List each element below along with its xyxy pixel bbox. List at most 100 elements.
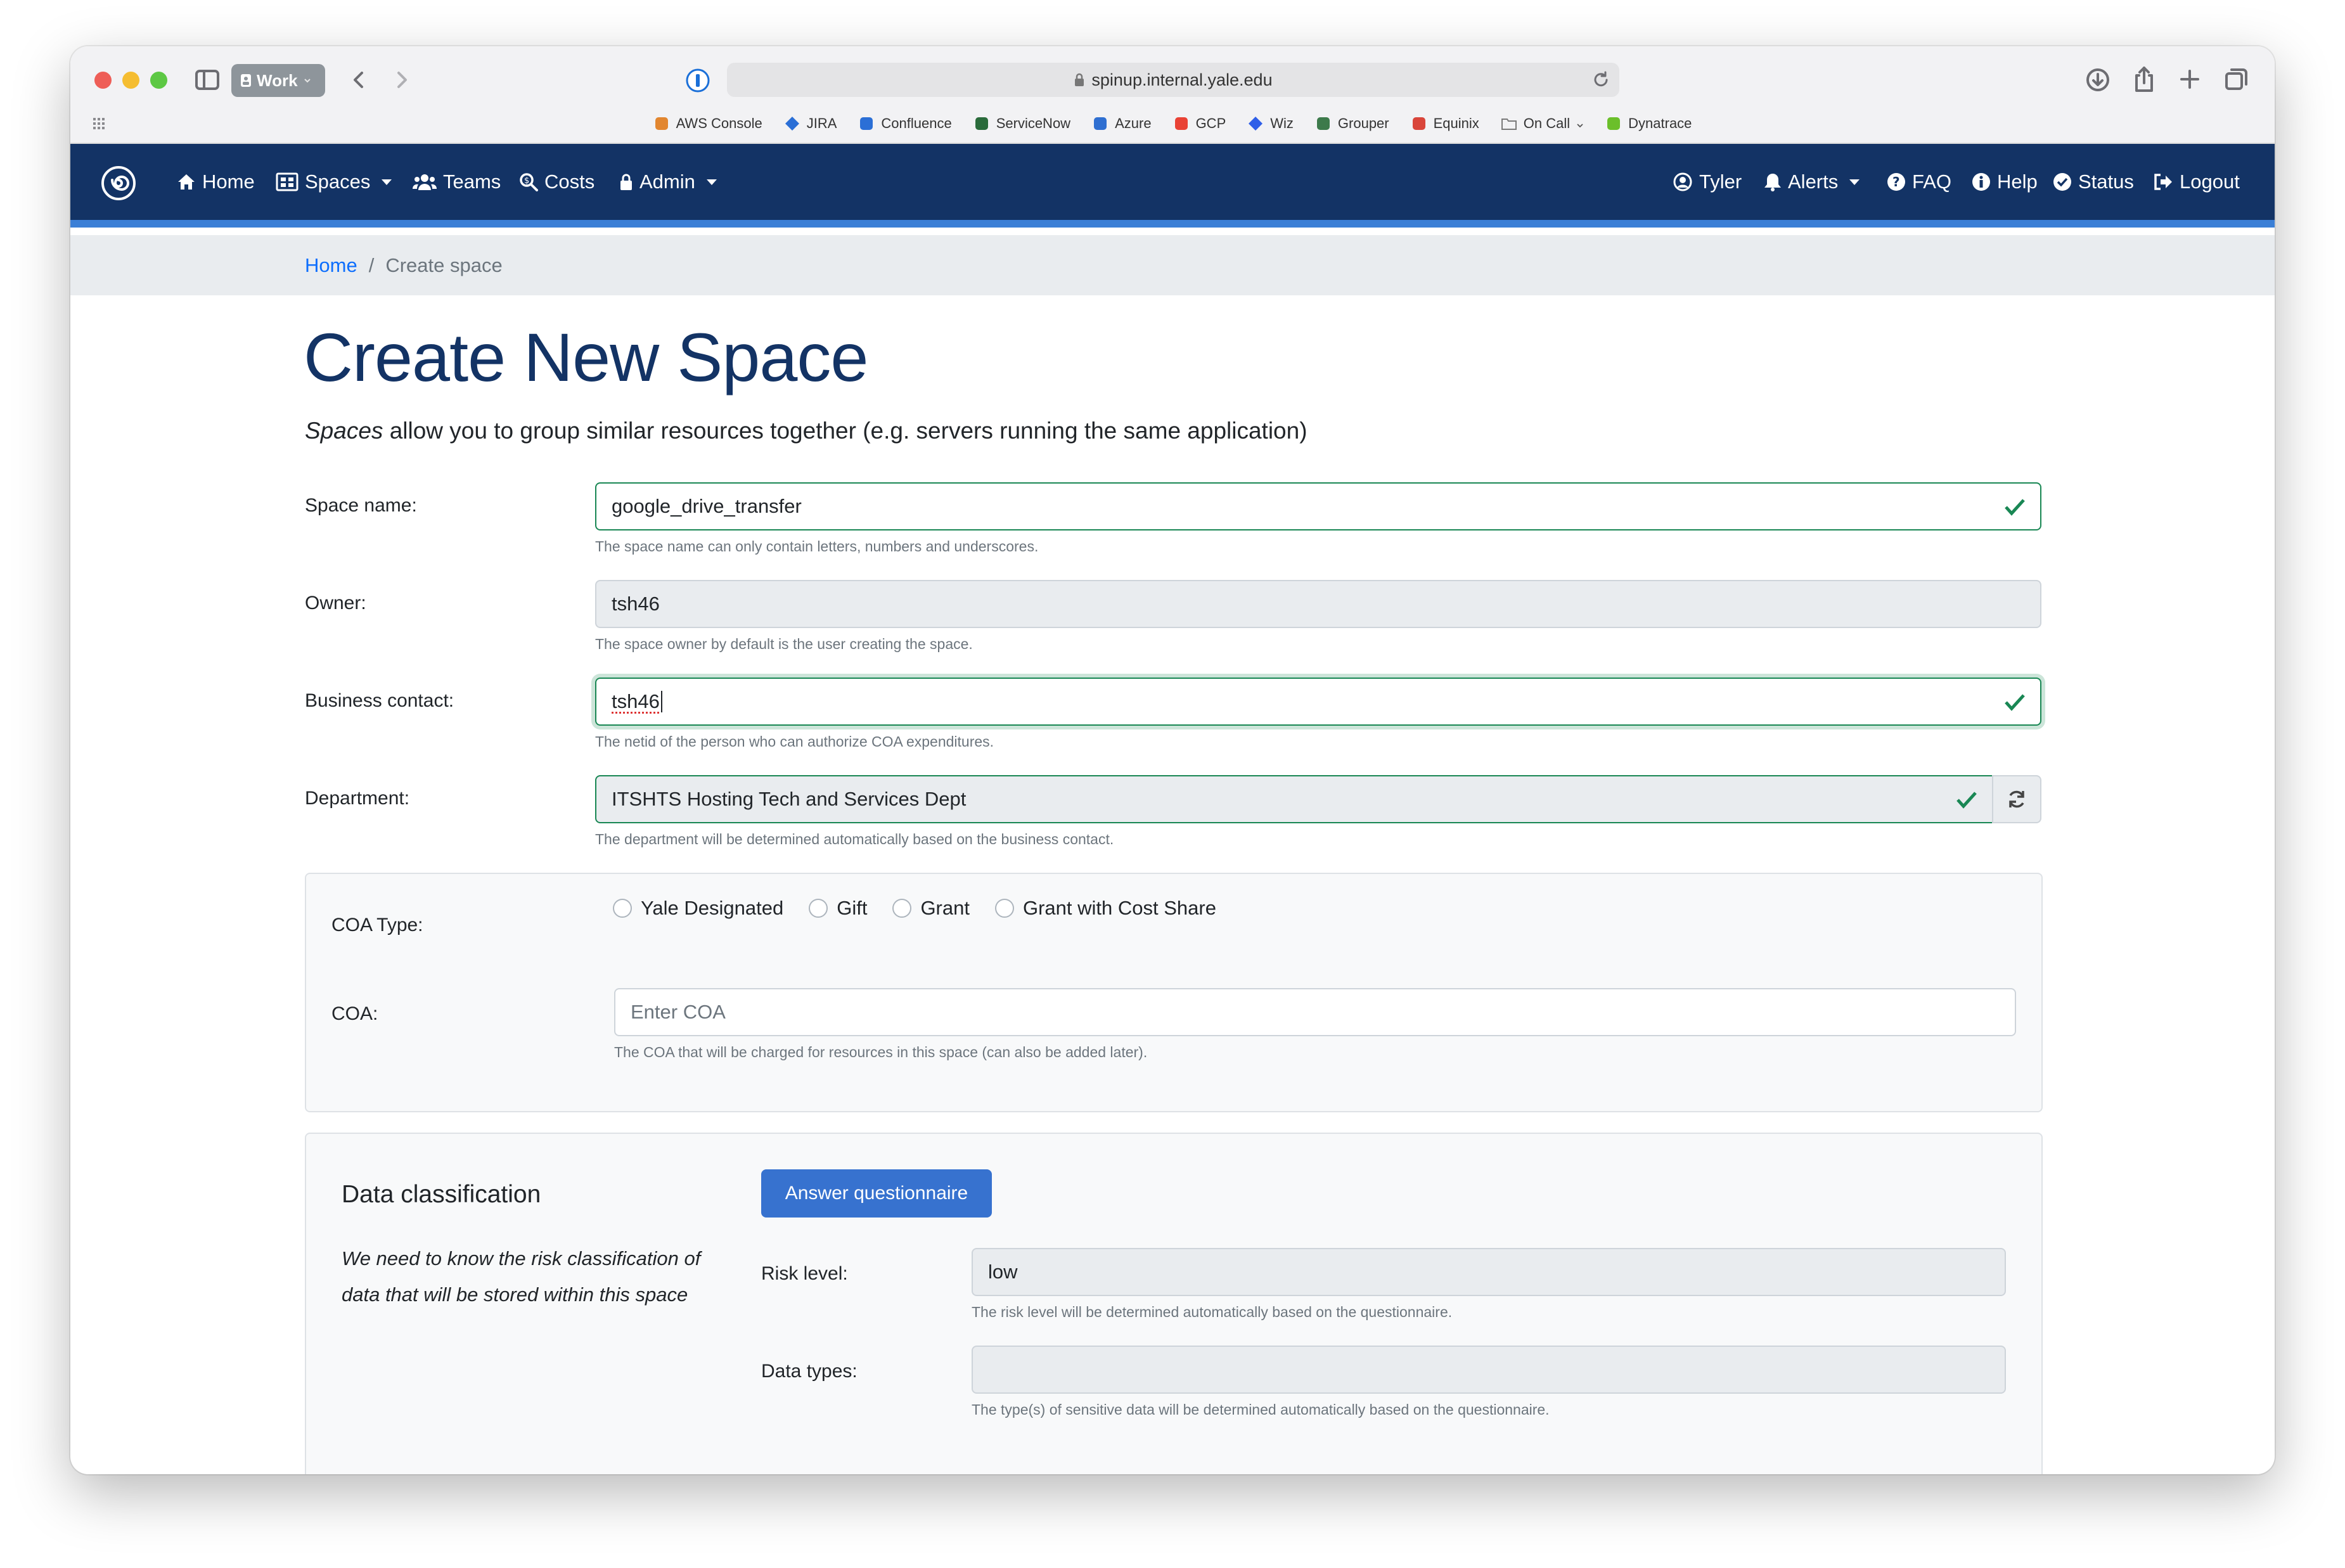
nav-costs[interactable]: $ Costs — [519, 144, 594, 220]
share-icon[interactable] — [2131, 65, 2157, 93]
bookmark-servicenow[interactable]: ServiceNow — [973, 115, 1070, 132]
nav-spaces[interactable]: Spaces — [276, 144, 392, 220]
owner-input[interactable]: tsh46 — [595, 580, 2041, 628]
space-name-help: The space name can only contain letters,… — [595, 538, 1039, 555]
bookmark-aws-console[interactable]: AWS Console — [653, 115, 762, 132]
nav-home[interactable]: Home — [177, 144, 255, 220]
password-manager-icon[interactable] — [685, 68, 710, 93]
business-contact-label: Business contact: — [305, 690, 454, 711]
bookmark-gcp[interactable]: GCP — [1173, 115, 1226, 132]
radio-yale-designated[interactable]: Yale Designated — [613, 897, 783, 920]
space-name-input[interactable]: google_drive_transfer — [595, 482, 2041, 530]
bookmarks-bar: AWS Console JIRA Confluence ServiceNow Azure… — [70, 107, 2275, 140]
breadcrumb: Home / Create space — [70, 235, 2275, 295]
gcp-icon — [1173, 115, 1190, 132]
bookmark-jira[interactable]: JIRA — [784, 115, 837, 132]
info-circle-icon — [1972, 173, 1990, 191]
data-types-label: Data types: — [761, 1361, 858, 1382]
radio-gift[interactable]: Gift — [809, 897, 867, 920]
answer-questionnaire-button[interactable]: Answer questionnaire — [761, 1169, 992, 1218]
bookmark-label: GCP — [1195, 115, 1226, 131]
search-dollar-icon: $ — [520, 173, 538, 191]
folder-icon — [1501, 115, 1517, 132]
spaces-icon — [276, 172, 299, 191]
confluence-icon — [858, 115, 875, 132]
logout-icon — [2154, 174, 2172, 190]
data-classification-heading: Data classification — [342, 1181, 541, 1208]
svg-text:?: ? — [1892, 174, 1900, 190]
minimize-window-button[interactable] — [122, 72, 139, 89]
data-types-input[interactable] — [972, 1346, 2006, 1394]
data-types-help: The type(s) of sensitive data will be de… — [972, 1401, 1550, 1418]
business-contact-input[interactable]: tsh46 — [595, 678, 2041, 726]
department-help: The department will be determined automa… — [595, 831, 1114, 847]
forward-icon[interactable] — [392, 69, 411, 91]
servicenow-icon — [973, 115, 990, 132]
bookmark-label: Grouper — [1337, 115, 1389, 131]
reload-icon[interactable] — [1591, 70, 1610, 89]
breadcrumb-separator: / — [368, 254, 375, 276]
department-input[interactable]: ITSHTS Hosting Tech and Services Dept — [595, 775, 1993, 823]
zoom-window-button[interactable] — [150, 72, 167, 89]
app-navbar: Home Spaces Teams $ Costs Admin Tyler Al… — [70, 144, 2275, 228]
bookmark-label: Confluence — [881, 115, 952, 131]
browser-toolbar: Work spinup.internal.yale.edu AWS Consol… — [70, 46, 2275, 144]
nav-alerts[interactable]: Alerts — [1764, 144, 1860, 220]
data-classification-description: We need to know the risk classification … — [342, 1247, 701, 1306]
department-value: ITSHTS Hosting Tech and Services Dept — [612, 788, 967, 810]
sidebar-toggle-icon[interactable] — [195, 69, 220, 91]
nav-admin[interactable]: Admin — [619, 144, 717, 220]
space-name-label: Space name: — [305, 495, 417, 516]
radio-circle-icon — [809, 899, 828, 918]
bookmark-confluence[interactable]: Confluence — [858, 115, 952, 132]
radio-circle-icon — [613, 899, 632, 918]
bookmark-label: Wiz — [1270, 115, 1294, 131]
new-tab-icon[interactable] — [2178, 68, 2201, 91]
chevron-down-icon — [1576, 115, 1584, 132]
department-refresh-button[interactable] — [1992, 775, 2041, 823]
profile-switcher[interactable]: Work — [231, 64, 325, 97]
text-cursor — [660, 691, 662, 712]
downloads-icon[interactable] — [2085, 67, 2111, 93]
risk-level-input[interactable]: low — [972, 1248, 2006, 1296]
valid-check-icon — [1956, 792, 1977, 809]
coa-input[interactable]: Enter COA — [614, 988, 2016, 1036]
check-circle-icon — [2053, 173, 2071, 191]
nav-logout[interactable]: Logout — [2153, 144, 2240, 220]
address-bar[interactable]: spinup.internal.yale.edu — [727, 63, 1619, 97]
spinup-logo-icon[interactable] — [101, 165, 136, 201]
tab-overview-icon[interactable] — [2224, 67, 2249, 92]
department-label: Department: — [305, 788, 410, 809]
bookmark-equinix[interactable]: Equinix — [1411, 115, 1479, 132]
bookmark-wiz[interactable]: Wiz — [1247, 115, 1294, 132]
jira-icon — [784, 115, 800, 132]
bookmark-on-call[interactable]: On Call — [1501, 115, 1584, 132]
bookmark-grouper[interactable]: Grouper — [1315, 115, 1389, 132]
nav-faq[interactable]: ? FAQ — [1887, 144, 1951, 220]
risk-level-label: Risk level: — [761, 1263, 848, 1284]
bookmark-label: On Call — [1523, 115, 1571, 131]
radio-grant-cost-share[interactable]: Grant with Cost Share — [994, 897, 1216, 920]
back-icon[interactable] — [349, 69, 368, 91]
nav-status[interactable]: Status — [2053, 144, 2134, 220]
owner-label: Owner: — [305, 593, 366, 614]
coa-panel: COA Type: Yale Designated Gift Grant Gra… — [305, 873, 2043, 1112]
bookmark-dynatrace[interactable]: Dynatrace — [1605, 115, 1692, 132]
users-icon — [413, 174, 437, 190]
user-circle-icon — [1673, 172, 1692, 191]
breadcrumb-home-link[interactable]: Home — [305, 254, 357, 277]
equinix-icon — [1411, 115, 1427, 132]
close-window-button[interactable] — [94, 72, 112, 89]
bell-icon — [1764, 174, 1781, 191]
svg-text:$: $ — [524, 176, 529, 186]
nav-help[interactable]: Help — [1972, 144, 2038, 220]
lock-icon — [1075, 73, 1084, 86]
bookmark-label: AWS Console — [676, 115, 762, 131]
bookmark-label: JIRA — [806, 115, 837, 131]
nav-user-tyler[interactable]: Tyler — [1673, 144, 1742, 220]
breadcrumb-current: Create space — [385, 254, 503, 276]
browser-window: Work spinup.internal.yale.edu AWS Consol… — [70, 46, 2275, 1474]
bookmark-azure[interactable]: Azure — [1092, 115, 1152, 132]
nav-teams[interactable]: Teams — [413, 144, 501, 220]
radio-grant[interactable]: Grant — [892, 897, 970, 920]
